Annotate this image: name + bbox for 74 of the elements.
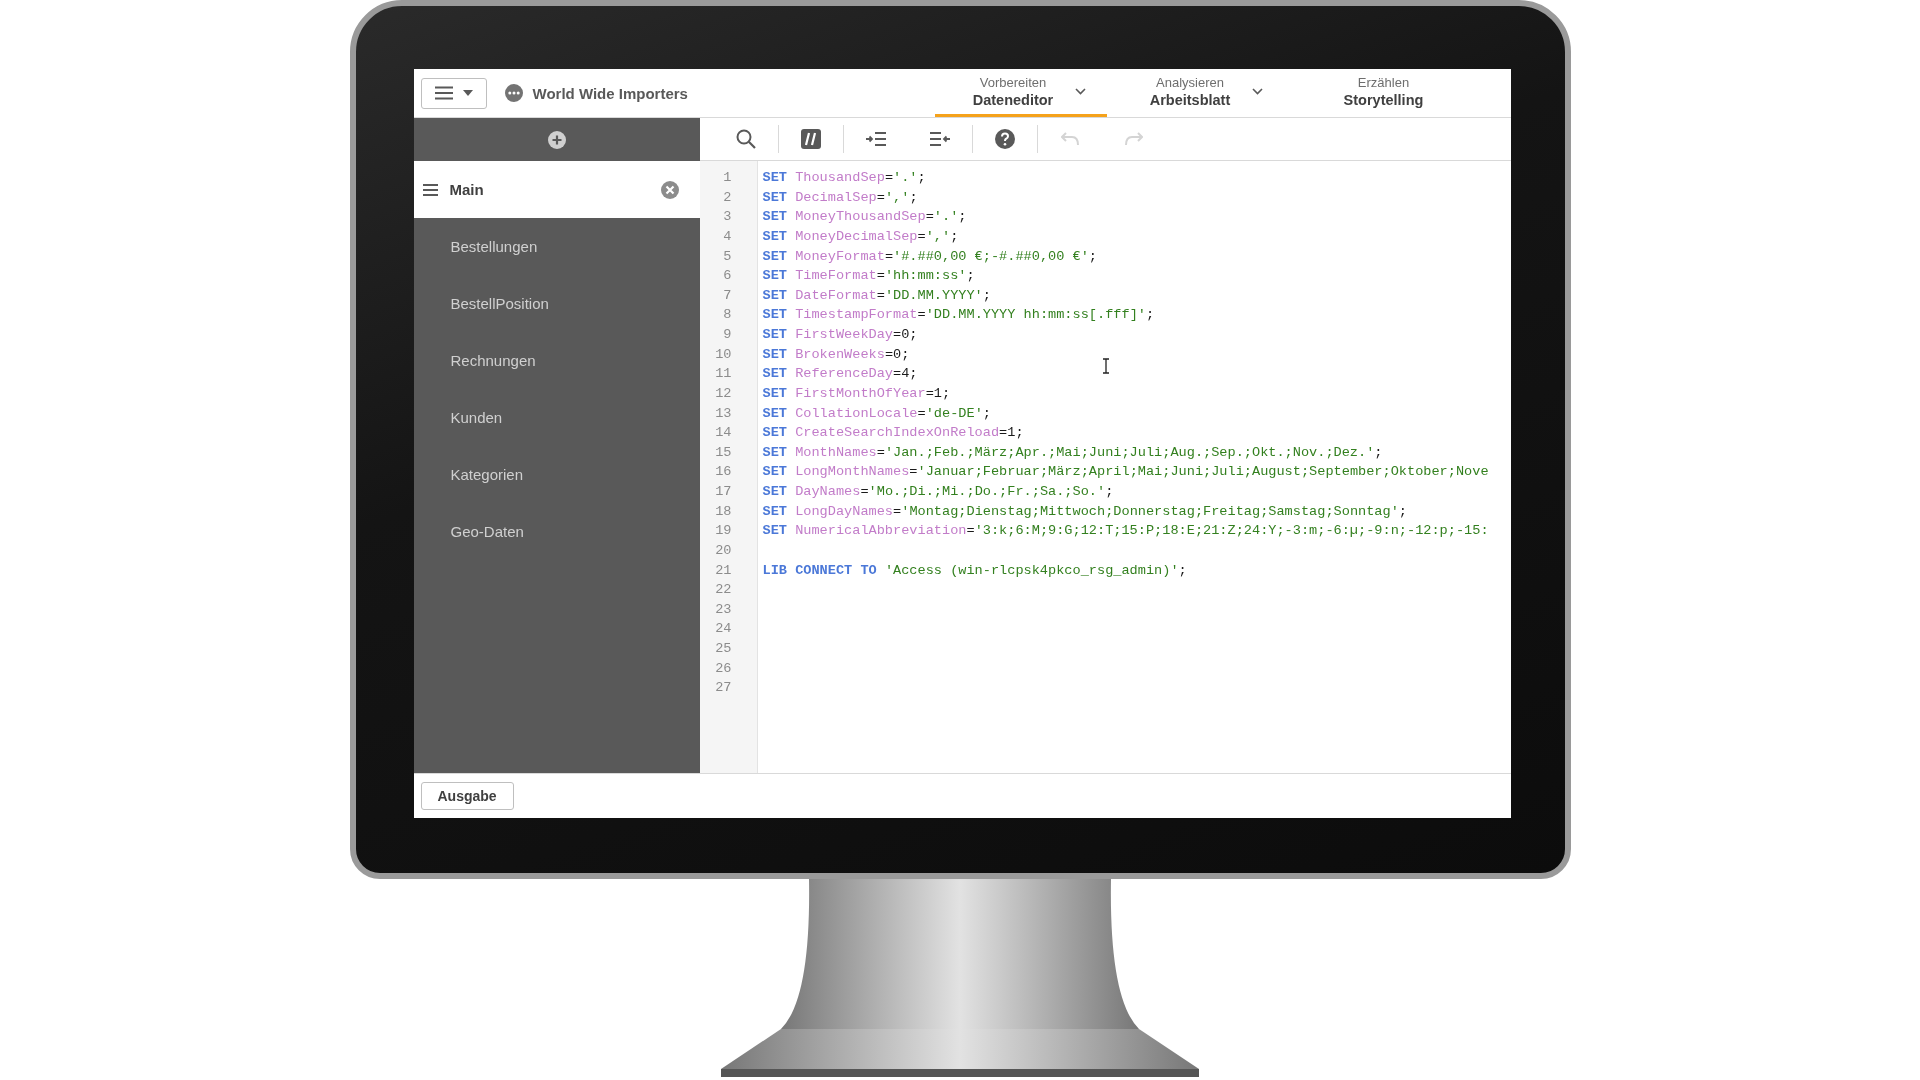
line-number: 4 <box>722 227 733 246</box>
code-line: SET ReferenceDay=4; <box>762 365 918 384</box>
section-item[interactable]: Kunden <box>413 389 700 446</box>
section-item[interactable]: BestellPosition <box>413 275 700 332</box>
add-icon[interactable] <box>547 130 566 149</box>
code-line: SET BrokenWeeks=0; <box>762 345 910 364</box>
line-number: 25 <box>714 640 733 658</box>
line-number: 8 <box>722 306 733 325</box>
search-icon[interactable] <box>735 129 756 149</box>
app-title: World Wide Importers <box>532 84 688 102</box>
help-icon[interactable] <box>994 129 1015 149</box>
code-line: SET MoneyFormat='#.##0,00 €;-#.##0,00 €'; <box>762 247 1097 266</box>
line-number: 10 <box>714 345 733 364</box>
indent-icon[interactable] <box>865 132 886 146</box>
code-line: SET MoneyDecimalSep=','; <box>762 227 959 246</box>
caret-icon <box>462 90 473 96</box>
line-number: 13 <box>714 404 733 423</box>
line-number: 12 <box>714 384 733 403</box>
code-line: SET DecimalSep=','; <box>762 188 918 207</box>
line-number: 18 <box>714 502 733 521</box>
code-line: SET NumericalAbbreviation='3:k;6:M;9:G;12:T;15:P;18:E;21:Z;24:Y;-3:m;-6:µ;-9:n;-12:p;-15: <box>762 522 1489 541</box>
nav-tab[interactable]: Vorbereiten Dateneditor <box>934 69 1107 117</box>
line-number: 7 <box>722 286 733 305</box>
code-line: SET MoneyThousandSep='.'; <box>762 208 967 227</box>
menu-icon <box>434 86 453 100</box>
code-line: SET MonthNames='Jan.;Feb.;März;Apr.;Mai;Juni;Juli;Aug.;Sep.;Okt.;Nov.;Dez.'; <box>762 443 1383 462</box>
section-item[interactable]: Kategorien <box>413 446 700 503</box>
line-number: 16 <box>714 463 733 482</box>
chevron-down-icon <box>1075 88 1087 95</box>
line-number: 22 <box>714 581 733 600</box>
section-item[interactable]: Bestellungen <box>413 218 700 275</box>
output-button[interactable]: Ausgabe <box>420 782 514 810</box>
line-number: 5 <box>722 247 733 266</box>
code-line: SET TimeFormat='hh:mm:ss'; <box>762 267 975 286</box>
code-line: SET LongDayNames='Montag;Dienstag;Mittwoch;Donnerstag;Freitag;Samstag;Sonntag'; <box>762 502 1407 521</box>
menu-dropdown-button[interactable] <box>420 77 487 109</box>
line-number: 14 <box>714 424 733 443</box>
line-number: 17 <box>714 483 733 501</box>
line-number: 6 <box>722 267 733 286</box>
section-item[interactable]: Main <box>413 161 700 218</box>
code-line: SET FirstWeekDay=0; <box>762 326 918 344</box>
code-line: SET CollationLocale='de-DE'; <box>762 404 991 423</box>
code-line: SET ThousandSep='.'; <box>762 169 926 187</box>
nav-tab[interactable]: Analysieren Arbeitsblatt <box>1111 69 1284 117</box>
section-item[interactable]: Geo-Daten <box>413 503 700 560</box>
line-number: 23 <box>714 600 733 619</box>
line-number: 2 <box>722 188 733 207</box>
line-number: 19 <box>714 522 733 541</box>
outdent-icon[interactable] <box>929 132 950 146</box>
code-line: SET FirstMonthOfYear=1; <box>762 384 951 403</box>
nav-tab[interactable]: Erzählen Storytelling <box>1288 69 1461 117</box>
code-line: SET CreateSearchIndexOnReload=1; <box>762 424 1024 443</box>
chevron-down-icon <box>1252 88 1264 95</box>
line-number: 15 <box>714 443 733 462</box>
comment-slashes-icon[interactable] <box>800 129 821 149</box>
line-number: 9 <box>722 326 733 344</box>
line-number: 20 <box>714 541 733 560</box>
line-number: 24 <box>714 620 733 639</box>
line-number: 21 <box>714 561 733 580</box>
code-line: SET DateFormat='DD.MM.YYYY'; <box>762 286 991 305</box>
code-line: LIB CONNECT TO 'Access (win-rlcpsk4pkco_rsg_admin)'; <box>762 561 1187 580</box>
line-number: 11 <box>714 365 733 384</box>
section-item[interactable]: Rechnungen <box>413 332 700 389</box>
close-icon[interactable] <box>660 180 679 199</box>
text-cursor-icon <box>1101 358 1110 374</box>
line-number: 26 <box>714 659 733 678</box>
code-line: SET LongMonthNames='Januar;Februar;März;April;Mai;Juni;Juli;August;September;Oktober;Nove <box>762 463 1489 482</box>
drag-handle-icon <box>422 183 438 196</box>
line-number: 3 <box>722 208 733 227</box>
line-number: 27 <box>714 679 733 698</box>
code-line: SET TimestampFormat='DD.MM.YYYY hh:mm:ss[.fff]'; <box>762 306 1155 325</box>
more-options-icon[interactable] <box>504 84 523 102</box>
code-line: SET DayNames='Mo.;Di.;Mi.;Do.;Fr.;Sa.;So.'; <box>762 483 1114 501</box>
line-number: 1 <box>722 169 733 187</box>
